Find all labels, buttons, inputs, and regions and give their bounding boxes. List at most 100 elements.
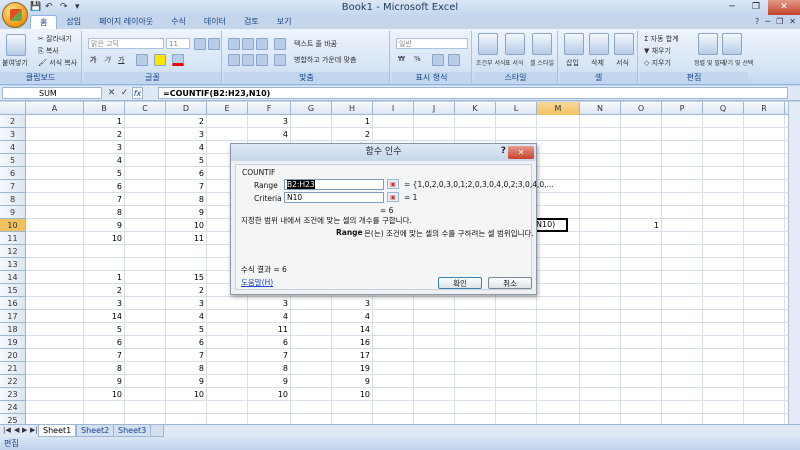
- select-all-corner[interactable]: [0, 102, 26, 115]
- cancel-icon[interactable]: ✕: [106, 87, 117, 99]
- undo-icon[interactable]: ↶: [45, 2, 57, 13]
- copy-button[interactable]: ⎘ 복사: [38, 46, 59, 56]
- cell-style-icon[interactable]: [532, 33, 552, 55]
- autosum-button[interactable]: Σ 자동 합계: [644, 34, 679, 44]
- column-header-m[interactable]: M: [537, 102, 580, 115]
- border-icon[interactable]: [136, 54, 148, 66]
- format-painter-button[interactable]: 🖌 서식 복사: [38, 58, 77, 68]
- merge-center-button[interactable]: 병합하고 가운데 맞춤: [294, 55, 356, 65]
- find-select-button[interactable]: 찾기 및 선택: [722, 58, 753, 67]
- cell-h22[interactable]: 9: [332, 375, 373, 388]
- column-header-j[interactable]: J: [414, 102, 455, 115]
- align-right-icon[interactable]: [256, 54, 268, 66]
- cell-b16[interactable]: 3: [84, 297, 125, 310]
- cell-b22[interactable]: 9: [84, 375, 125, 388]
- cell-b9[interactable]: 8: [84, 206, 125, 219]
- save-icon[interactable]: 💾: [30, 2, 42, 13]
- sheet-tab-2[interactable]: Sheet2: [76, 425, 115, 437]
- dialog-help-icon[interactable]: ?: [501, 146, 506, 156]
- row-header-5[interactable]: 5: [0, 154, 26, 167]
- row-header-7[interactable]: 7: [0, 180, 26, 193]
- cell-h3[interactable]: 2: [332, 128, 373, 141]
- row-header-24[interactable]: 24: [0, 401, 26, 414]
- cell-h21[interactable]: 19: [332, 362, 373, 375]
- criteria-collapse-icon[interactable]: ▣: [387, 192, 399, 202]
- workbook-restore-button[interactable]: ❐: [776, 17, 783, 26]
- format-cells-icon[interactable]: [614, 33, 634, 55]
- first-sheet-icon[interactable]: |◀: [3, 426, 11, 434]
- cell-b14[interactable]: 1: [84, 271, 125, 284]
- cell-d14[interactable]: 15: [166, 271, 207, 284]
- fill-button[interactable]: ▼ 채우기: [644, 46, 671, 56]
- orientation-icon[interactable]: [274, 38, 286, 50]
- paste-icon[interactable]: [6, 34, 26, 56]
- restore-button[interactable]: ❐: [744, 0, 768, 15]
- delete-cells-icon[interactable]: [589, 33, 609, 55]
- column-header-h[interactable]: H: [332, 102, 373, 115]
- row-header-8[interactable]: 8: [0, 193, 26, 206]
- align-top-icon[interactable]: [228, 38, 240, 50]
- underline-button[interactable]: 가: [118, 55, 124, 65]
- cut-button[interactable]: ✂ 잘라내기: [38, 34, 72, 44]
- cell-b7[interactable]: 6: [84, 180, 125, 193]
- currency-button[interactable]: ₩: [398, 55, 405, 63]
- cell-d15[interactable]: 2: [166, 284, 207, 297]
- cell-b2[interactable]: 1: [84, 115, 125, 128]
- column-header-b[interactable]: B: [84, 102, 125, 115]
- conditional-format-icon[interactable]: [478, 33, 498, 55]
- row-header-2[interactable]: 2: [0, 115, 26, 128]
- cancel-button[interactable]: 취소: [488, 277, 532, 289]
- align-left-icon[interactable]: [228, 54, 240, 66]
- comma-style-icon[interactable]: [432, 54, 444, 66]
- tab-formulas[interactable]: 수식: [162, 15, 195, 30]
- tab-review[interactable]: 검토: [235, 15, 268, 30]
- row-header-19[interactable]: 19: [0, 336, 26, 349]
- italic-button[interactable]: 가: [104, 55, 110, 65]
- sort-filter-icon[interactable]: [698, 33, 718, 55]
- cell-d10[interactable]: 10: [166, 219, 207, 232]
- cell-d6[interactable]: 6: [166, 167, 207, 180]
- row-header-11[interactable]: 11: [0, 232, 26, 245]
- dialog-close-button[interactable]: ✕: [508, 146, 534, 159]
- cell-d19[interactable]: 6: [166, 336, 207, 349]
- column-header-d[interactable]: D: [166, 102, 207, 115]
- cell-d20[interactable]: 7: [166, 349, 207, 362]
- cell-f23[interactable]: 10: [248, 388, 291, 401]
- row-header-13[interactable]: 13: [0, 258, 26, 271]
- cell-f16[interactable]: 3: [248, 297, 291, 310]
- cell-b8[interactable]: 7: [84, 193, 125, 206]
- column-header-a[interactable]: A: [26, 102, 84, 115]
- cell-b4[interactable]: 3: [84, 141, 125, 154]
- cell-f17[interactable]: 4: [248, 310, 291, 323]
- cell-d17[interactable]: 4: [166, 310, 207, 323]
- cell-d22[interactable]: 9: [166, 375, 207, 388]
- vertical-scrollbar[interactable]: [788, 102, 800, 424]
- decimal-icon[interactable]: [448, 54, 460, 66]
- column-header-e[interactable]: E: [207, 102, 248, 115]
- cell-style-button[interactable]: 셀 스타일: [530, 58, 554, 67]
- align-middle-icon[interactable]: [242, 38, 254, 50]
- cell-h18[interactable]: 14: [332, 323, 373, 336]
- cell-b21[interactable]: 8: [84, 362, 125, 375]
- cell-b19[interactable]: 6: [84, 336, 125, 349]
- paste-button[interactable]: 붙여넣기: [2, 58, 28, 68]
- cell-d5[interactable]: 5: [166, 154, 207, 167]
- align-bottom-icon[interactable]: [256, 38, 268, 50]
- font-size-box[interactable]: 11: [166, 38, 190, 49]
- sort-filter-button[interactable]: 정렬 및 필터: [694, 58, 725, 67]
- row-header-3[interactable]: 3: [0, 128, 26, 141]
- sheet-tab-1[interactable]: Sheet1: [38, 425, 77, 437]
- bold-button[interactable]: 가: [90, 55, 96, 65]
- row-header-6[interactable]: 6: [0, 167, 26, 180]
- cell-b17[interactable]: 14: [84, 310, 125, 323]
- cell-b10[interactable]: 9: [84, 219, 125, 232]
- cell-f3[interactable]: 4: [248, 128, 291, 141]
- prev-sheet-icon[interactable]: ◀: [14, 426, 19, 434]
- find-select-icon[interactable]: [722, 33, 742, 55]
- grow-font-icon[interactable]: [194, 38, 206, 50]
- conditional-format-button[interactable]: 조건부 서식: [476, 58, 506, 67]
- column-header-f[interactable]: F: [248, 102, 291, 115]
- cell-h17[interactable]: 4: [332, 310, 373, 323]
- cell-d7[interactable]: 7: [166, 180, 207, 193]
- close-button[interactable]: ✕: [768, 0, 800, 15]
